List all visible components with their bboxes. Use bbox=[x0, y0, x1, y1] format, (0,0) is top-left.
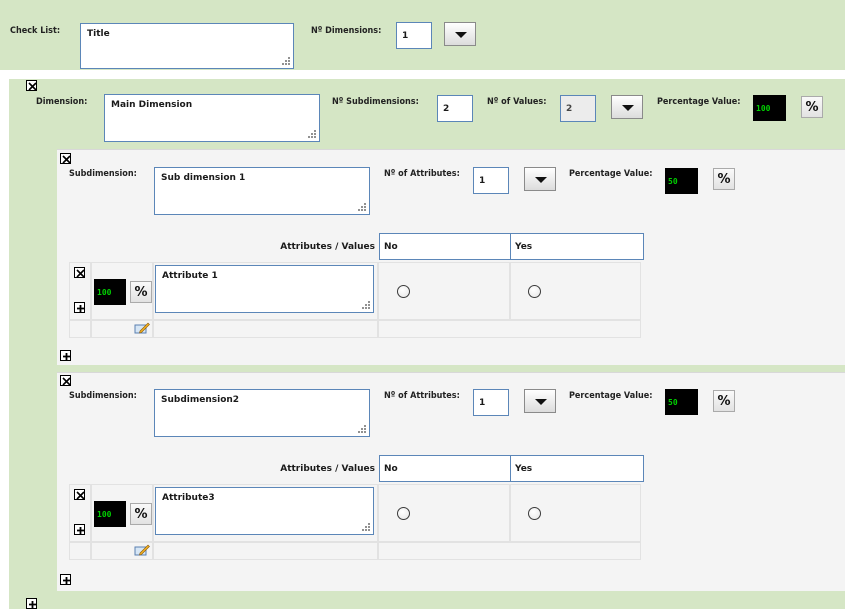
remove-subdimension-2-icon[interactable] bbox=[60, 375, 71, 386]
subdimension-2-column-no: No bbox=[379, 455, 511, 482]
subdimension-1-percent-button[interactable]: % bbox=[713, 168, 735, 190]
remove-attribute-1-icon[interactable] bbox=[74, 267, 85, 278]
subdimension-1-n-attributes-label: Nº of Attributes: bbox=[384, 169, 460, 179]
checklist-title-input[interactable]: Title bbox=[80, 23, 294, 69]
dimension-percentage-value[interactable]: 100 bbox=[753, 95, 786, 121]
attribute-1-footer-cell bbox=[153, 320, 378, 338]
subdimension-2-attributes-dropdown-button[interactable] bbox=[524, 389, 556, 413]
subdimension-1-percentage-label: Percentage Value: bbox=[569, 169, 653, 179]
add-dimension-icon[interactable] bbox=[26, 598, 37, 609]
n-values-label: Nº of Values: bbox=[487, 97, 547, 107]
attribute-1-percentage-value[interactable]: 100 bbox=[94, 279, 126, 305]
subdimension-1-column-yes: Yes bbox=[510, 233, 644, 260]
subdimension-2-percentage-value[interactable]: 50 bbox=[665, 389, 698, 415]
attribute-1-name-input[interactable]: Attribute 1 bbox=[155, 265, 374, 313]
attribute-3-name-input[interactable]: Attribute3 bbox=[155, 487, 374, 535]
n-dimensions-dropdown-button[interactable] bbox=[444, 22, 476, 46]
attribute-3-footer-cell bbox=[153, 542, 378, 560]
subdimension-1-name-input[interactable]: Sub dimension 1 bbox=[154, 167, 370, 215]
remove-subdimension-1-icon[interactable] bbox=[60, 153, 71, 164]
n-values-dropdown-button[interactable] bbox=[611, 95, 643, 119]
subdimension-1-percentage-value[interactable]: 50 bbox=[665, 168, 698, 194]
subdimension-2-percent-button[interactable]: % bbox=[713, 390, 735, 412]
subdimension-1-attributes-values-label: Attributes / Values bbox=[280, 242, 375, 252]
attribute-3-no-radio[interactable] bbox=[397, 507, 410, 520]
attribute-3-percent-button[interactable]: % bbox=[130, 503, 152, 525]
n-dimensions-input[interactable]: 1 bbox=[396, 22, 432, 49]
attribute-3-percentage-value[interactable]: 100 bbox=[94, 501, 126, 527]
edit-pencil-icon[interactable] bbox=[134, 322, 150, 334]
add-attribute-3-icon[interactable] bbox=[74, 524, 85, 535]
add-subdimension-1-icon[interactable] bbox=[60, 350, 71, 361]
dimension-percentage-label: Percentage Value: bbox=[657, 97, 741, 107]
subdimension-1-column-no: No bbox=[379, 233, 511, 260]
remove-attribute-3-icon[interactable] bbox=[74, 489, 85, 500]
subdimension-2-column-yes: Yes bbox=[510, 455, 644, 482]
add-attribute-1-icon[interactable] bbox=[74, 302, 85, 313]
dimension-name-input[interactable]: Main Dimension bbox=[104, 94, 320, 142]
subdimension-1-n-attributes-input[interactable]: 1 bbox=[473, 167, 509, 194]
attribute-3-yes-radio[interactable] bbox=[528, 507, 541, 520]
subdimension-2-percentage-label: Percentage Value: bbox=[569, 391, 653, 401]
edit-pencil-icon[interactable] bbox=[134, 544, 150, 556]
add-subdimension-2-icon[interactable] bbox=[60, 574, 71, 585]
attribute-1-percent-button[interactable]: % bbox=[130, 281, 152, 303]
subdimension-2-attributes-values-label: Attributes / Values bbox=[280, 464, 375, 474]
attribute-3-footer-cell bbox=[69, 542, 91, 560]
subdimension-2-n-attributes-label: Nº of Attributes: bbox=[384, 391, 460, 401]
subdimension-2-name-input[interactable]: Subdimension2 bbox=[154, 389, 370, 437]
subdimension-1-label: Subdimension: bbox=[69, 169, 137, 179]
attribute-3-footer-cell bbox=[378, 542, 641, 560]
checklist-label: Check List: bbox=[10, 26, 61, 36]
attribute-1-no-radio[interactable] bbox=[397, 285, 410, 298]
subdimension-2-label: Subdimension: bbox=[69, 391, 137, 401]
n-subdimensions-input[interactable]: 2 bbox=[437, 95, 473, 122]
remove-dimension-icon[interactable] bbox=[26, 80, 37, 91]
n-subdimensions-label: Nº Subdimensions: bbox=[332, 97, 419, 107]
n-dimensions-label: Nº Dimensions: bbox=[311, 26, 382, 36]
attribute-1-footer-cell bbox=[69, 320, 91, 338]
subdimension-1-attributes-dropdown-button[interactable] bbox=[524, 167, 556, 191]
attribute-1-footer-cell bbox=[378, 320, 641, 338]
dimension-label: Dimension: bbox=[36, 97, 88, 107]
attribute-1-yes-radio[interactable] bbox=[528, 285, 541, 298]
dimension-percent-button[interactable]: % bbox=[801, 96, 823, 118]
subdimension-2-n-attributes-input[interactable]: 1 bbox=[473, 389, 509, 416]
n-values-input[interactable]: 2 bbox=[560, 95, 596, 122]
